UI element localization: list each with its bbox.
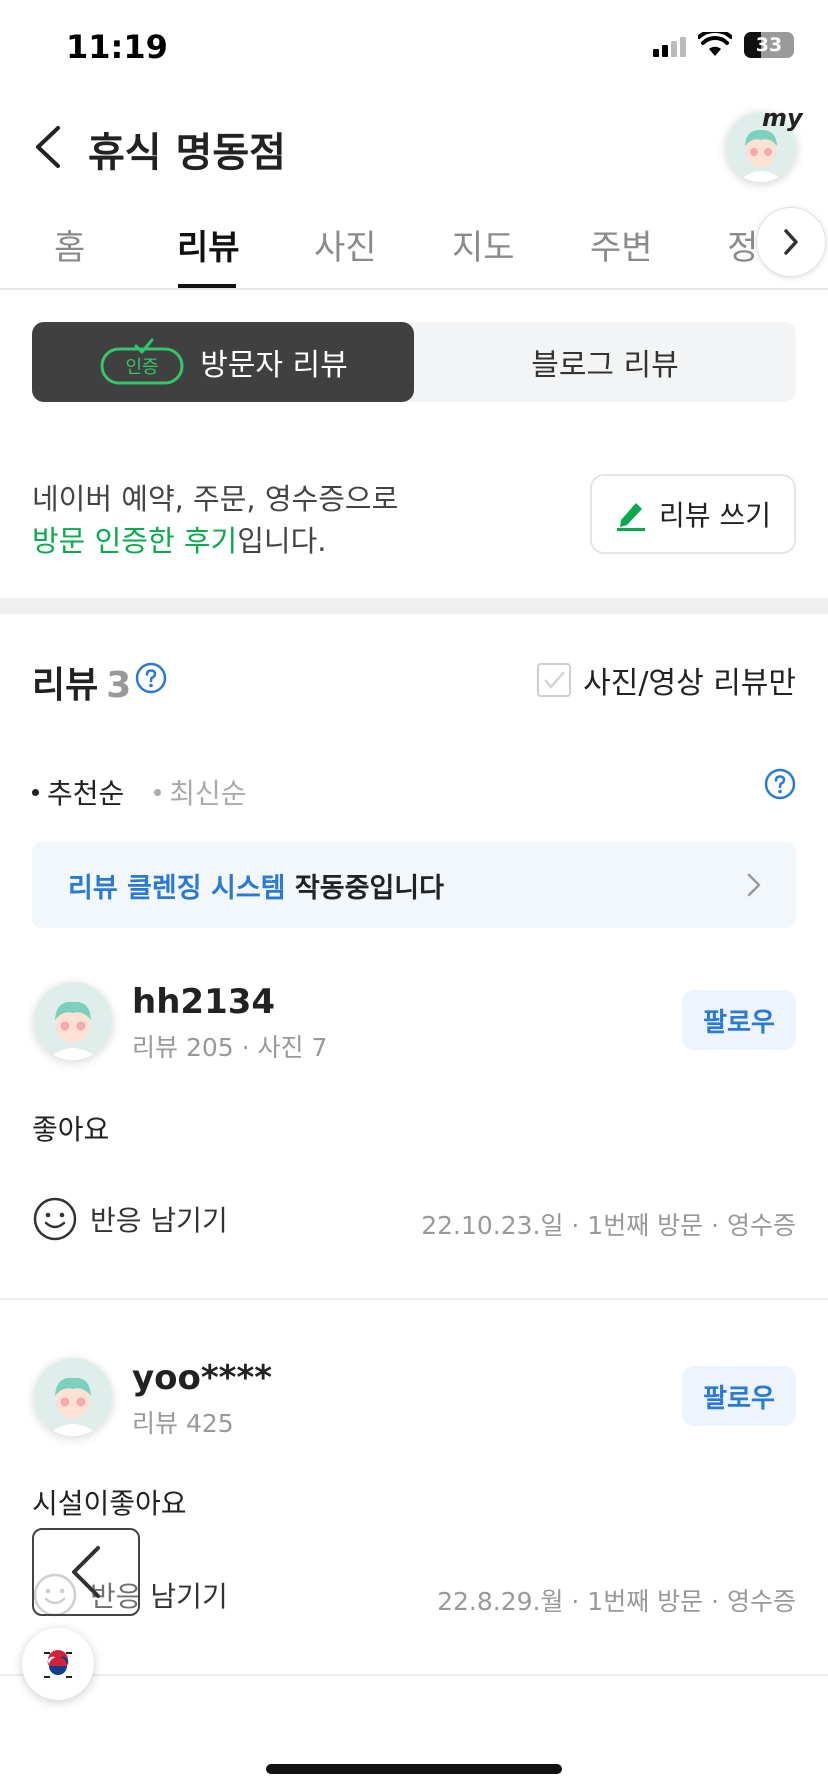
sort-recommended[interactable]: 추천순	[32, 772, 124, 812]
intro-text-line2: 방문 인증한 후기입니다.	[32, 518, 326, 560]
tab-nearby[interactable]: 주변	[590, 220, 653, 269]
section-divider	[0, 598, 828, 614]
follow-button[interactable]: 팔로우	[682, 1366, 796, 1426]
visitor-review-tab[interactable]: 인증 방문자 리뷰	[32, 322, 414, 402]
battery-level: 33	[755, 34, 783, 56]
photo-filter-label: 사진/영상 리뷰만	[583, 666, 796, 701]
check-icon	[544, 671, 566, 689]
page-title: 휴식 명동점	[88, 130, 286, 176]
intro-highlight: 방문 인증한 후기	[32, 524, 238, 558]
verified-badge-icon: 인증	[100, 338, 184, 385]
chevron-left-icon	[72, 1546, 100, 1598]
tab-info[interactable]: 정	[727, 220, 758, 269]
sort-help-icon[interactable]	[764, 768, 796, 800]
sort-latest[interactable]: 최신순	[154, 772, 247, 812]
photo-filter-checkbox[interactable]	[537, 663, 572, 697]
tab-home[interactable]: 홈	[54, 220, 85, 269]
avatar[interactable]	[34, 982, 112, 1060]
review-type-toggle: 인증 방문자 리뷰 블로그 리뷰	[32, 322, 796, 402]
sort-dot	[154, 788, 162, 796]
reviewer-stats: 리뷰 205 · 사진 7	[132, 1033, 328, 1062]
reviewer-name[interactable]: hh2134	[132, 982, 275, 1022]
pencil-icon	[617, 503, 646, 531]
wifi-icon	[698, 32, 732, 56]
review-title-label: 리뷰	[32, 665, 99, 706]
reviewer-name[interactable]: yoo****	[132, 1358, 272, 1398]
tab-map[interactable]: 지도	[452, 220, 515, 269]
tab-bar: 홈 리뷰 사진 지도 주변 정	[0, 200, 828, 290]
write-review-label: 리뷰 쓰기	[659, 499, 771, 532]
sort-recommended-label: 추천순	[47, 777, 125, 810]
review-text[interactable]: 좋아요	[32, 1108, 109, 1148]
status-icons: 33	[653, 32, 794, 58]
cleansing-system-banner[interactable]: 리뷰 클렌징 시스템 작동중입니다	[32, 842, 796, 928]
chevron-right-icon	[784, 229, 798, 255]
review-meta: 22.8.29.월 · 1번째 방문 · 영수증	[437, 1587, 796, 1616]
reaction-label: 반응 남기기	[90, 1204, 228, 1237]
visitor-review-label: 방문자 리뷰	[200, 348, 348, 383]
smile-icon	[33, 1197, 77, 1241]
review-meta: 22.10.23.일 · 1번째 방문 · 영수증	[421, 1211, 796, 1240]
follow-button[interactable]: 팔로우	[682, 990, 796, 1050]
status-bar: 11:19 33	[0, 0, 828, 100]
help-icon[interactable]	[135, 662, 167, 694]
korea-flag-icon	[43, 1649, 73, 1679]
tab-review[interactable]: 리뷰	[177, 220, 240, 269]
banner-highlight: 리뷰 클렌징 시스템	[68, 872, 286, 904]
photo-review-filter[interactable]: 사진/영상 리뷰만	[537, 658, 796, 702]
banner-rest: 작동중입니다	[285, 872, 444, 904]
sort-latest-label: 최신순	[169, 777, 247, 810]
intro-text-line1: 네이버 예약, 주문, 영수증으로	[32, 482, 399, 516]
avatar[interactable]	[34, 1358, 112, 1436]
review-count: 3	[106, 665, 132, 706]
tab-photo[interactable]: 사진	[314, 220, 377, 269]
tab-scroll-button[interactable]	[756, 207, 826, 277]
floating-back-button[interactable]	[32, 1528, 140, 1616]
home-indicator	[266, 1764, 562, 1774]
back-arrow-icon[interactable]	[28, 122, 68, 172]
active-tab-indicator	[178, 284, 236, 288]
review-text[interactable]: 시설이좋아요	[32, 1482, 187, 1522]
reviewer-stats: 리뷰 425	[132, 1409, 234, 1438]
sort-dot	[32, 788, 39, 796]
chevron-right-icon	[747, 873, 761, 897]
battery-icon: 33	[744, 32, 794, 58]
review-section-title: 리뷰 3	[32, 656, 131, 708]
intro-rest: 입니다.	[237, 524, 327, 558]
sort-options: 추천순 최신순	[32, 772, 247, 812]
status-time: 11:19	[66, 28, 168, 66]
review-separator	[0, 1298, 828, 1300]
write-review-button[interactable]: 리뷰 쓰기	[590, 474, 796, 554]
cellular-signal-icon	[653, 33, 686, 57]
page-header: 휴식 명동점	[0, 100, 828, 190]
verified-badge-text: 인증	[126, 357, 159, 378]
blog-review-tab[interactable]: 블로그 리뷰	[414, 322, 796, 402]
my-label: my	[762, 104, 803, 132]
leave-reaction-button[interactable]: 반응 남기기	[32, 1196, 228, 1242]
review-separator	[0, 1674, 828, 1676]
language-flag-button[interactable]	[22, 1628, 94, 1700]
